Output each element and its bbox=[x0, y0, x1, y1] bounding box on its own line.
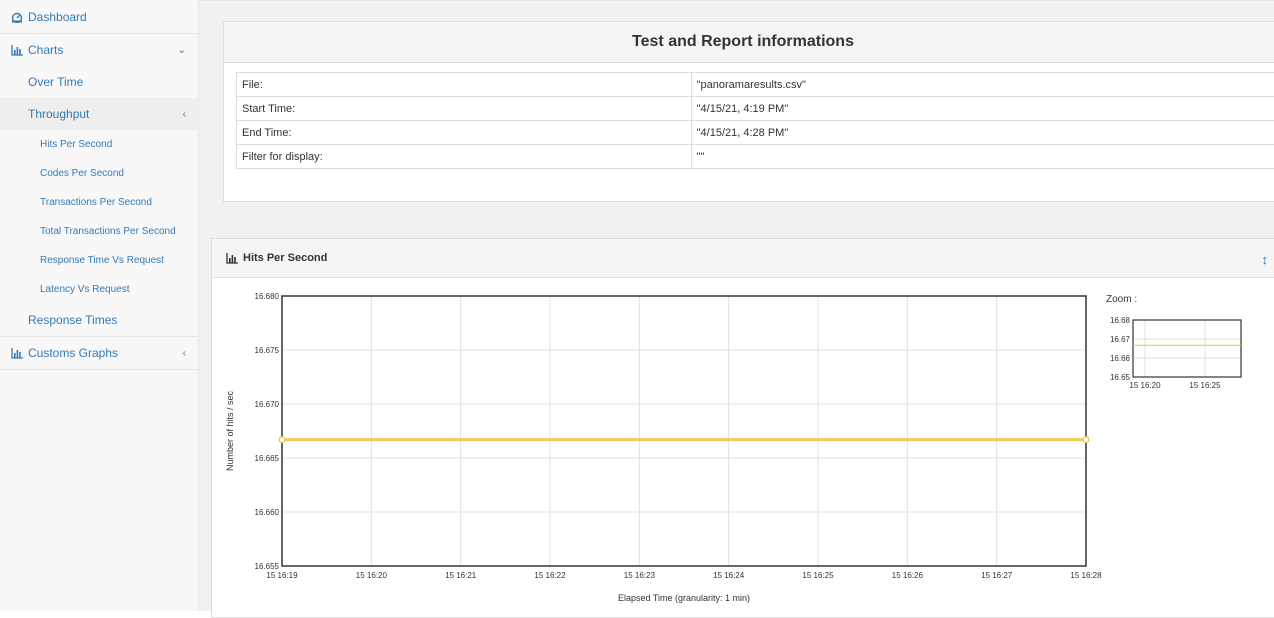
x-tick-label: 15 16:19 bbox=[266, 571, 298, 580]
x-tick-label: 15 16:28 bbox=[1070, 571, 1102, 580]
zoom-x-tick-label: 15 16:20 bbox=[1129, 381, 1161, 390]
zoom-x-tick-label: 15 16:25 bbox=[1189, 381, 1221, 390]
y-tick-label: 16.660 bbox=[255, 508, 280, 517]
x-tick-label: 15 16:20 bbox=[356, 571, 388, 580]
x-axis-label: Elapsed Time (granularity: 1 min) bbox=[618, 593, 750, 603]
zoom-label: Zoom : bbox=[1106, 294, 1137, 305]
x-tick-label: 15 16:26 bbox=[892, 571, 924, 580]
y-axis-label: Number of hits / sec bbox=[225, 390, 235, 471]
data-point bbox=[279, 437, 285, 443]
zoom-y-tick-label: 16.65 bbox=[1110, 373, 1131, 382]
x-tick-label: 15 16:21 bbox=[445, 571, 477, 580]
zoom-y-tick-label: 16.66 bbox=[1110, 354, 1131, 363]
zoom-y-tick-label: 16.68 bbox=[1110, 316, 1131, 325]
x-tick-label: 15 16:25 bbox=[802, 571, 834, 580]
zoom-y-tick-label: 16.67 bbox=[1110, 335, 1131, 344]
chart-canvas: Zoom : 15 16:19 15 16:20 15 16:21 15 16:22 1… bbox=[0, 0, 1274, 611]
y-tick-label: 16.680 bbox=[255, 292, 280, 301]
y-tick-label: 16.665 bbox=[255, 454, 280, 463]
zoom-plot-border bbox=[1133, 320, 1241, 377]
y-tick-label: 16.655 bbox=[255, 562, 280, 571]
x-tick-label: 15 16:24 bbox=[713, 571, 745, 580]
x-tick-label: 15 16:27 bbox=[981, 571, 1013, 580]
x-tick-label: 15 16:22 bbox=[534, 571, 566, 580]
y-tick-label: 16.675 bbox=[255, 346, 280, 355]
x-tick-label: 15 16:23 bbox=[624, 571, 656, 580]
y-tick-label: 16.670 bbox=[255, 400, 280, 409]
plot-border bbox=[282, 296, 1086, 566]
data-point bbox=[1083, 437, 1089, 443]
